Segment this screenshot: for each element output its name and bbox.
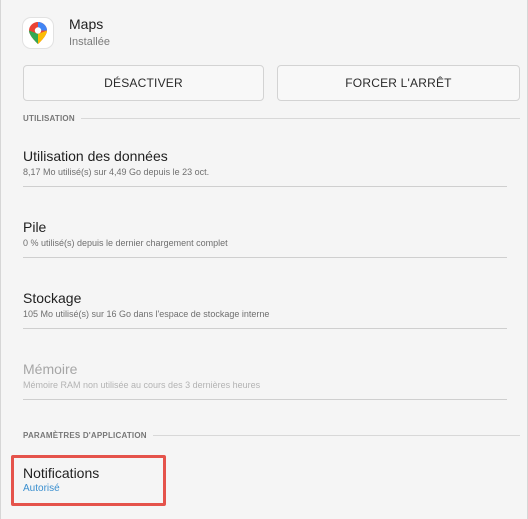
- app-install-status: Installée: [69, 36, 110, 48]
- item-subtitle: Mémoire RAM non utilisée au cours des 3 …: [23, 380, 261, 390]
- item-title: Utilisation des données: [23, 148, 168, 164]
- section-label-app-settings: PARAMÈTRES D'APPLICATION: [23, 430, 147, 440]
- item-subtitle: 105 Mo utilisé(s) sur 16 Go dans l'espac…: [23, 309, 270, 319]
- section-divider: [80, 117, 520, 119]
- item-subtitle: Autorisé: [23, 483, 60, 494]
- list-item-battery[interactable]: Pile 0 % utilisé(s) depuis le dernier ch…: [23, 218, 507, 258]
- item-divider: [23, 399, 507, 400]
- item-divider: [23, 328, 507, 329]
- item-title: Mémoire: [23, 361, 78, 377]
- force-stop-button[interactable]: FORCER L'ARRÊT: [277, 65, 520, 101]
- item-subtitle: 0 % utilisé(s) depuis le dernier chargem…: [23, 238, 228, 248]
- item-title: Pile: [23, 219, 47, 235]
- section-label-usage: UTILISATION: [23, 113, 75, 123]
- item-divider: [23, 257, 507, 258]
- item-title: Stockage: [23, 290, 82, 306]
- disable-button[interactable]: DÉSACTIVER: [23, 65, 264, 101]
- list-item-data-usage[interactable]: Utilisation des données 8,17 Mo utilisé(…: [23, 147, 507, 187]
- action-buttons: DÉSACTIVER FORCER L'ARRÊT: [23, 65, 520, 101]
- item-title: Notifications: [23, 465, 100, 481]
- section-header-usage: UTILISATION: [23, 112, 520, 124]
- google-maps-pin-icon: [23, 18, 53, 48]
- item-divider: [23, 186, 507, 187]
- list-item-notifications[interactable]: Notifications Autorisé: [23, 464, 507, 495]
- list-item-storage[interactable]: Stockage 105 Mo utilisé(s) sur 16 Go dan…: [23, 289, 507, 329]
- item-subtitle: 8,17 Mo utilisé(s) sur 4,49 Go depuis le…: [23, 167, 210, 177]
- section-divider: [152, 434, 520, 436]
- app-info-screen: Maps Installée DÉSACTIVER FORCER L'ARRÊT…: [0, 0, 528, 519]
- section-header-app-settings: PARAMÈTRES D'APPLICATION: [23, 429, 520, 441]
- app-name: Maps: [69, 16, 104, 32]
- app-header: Maps Installée: [23, 16, 323, 56]
- list-item-memory: Mémoire Mémoire RAM non utilisée au cour…: [23, 360, 507, 400]
